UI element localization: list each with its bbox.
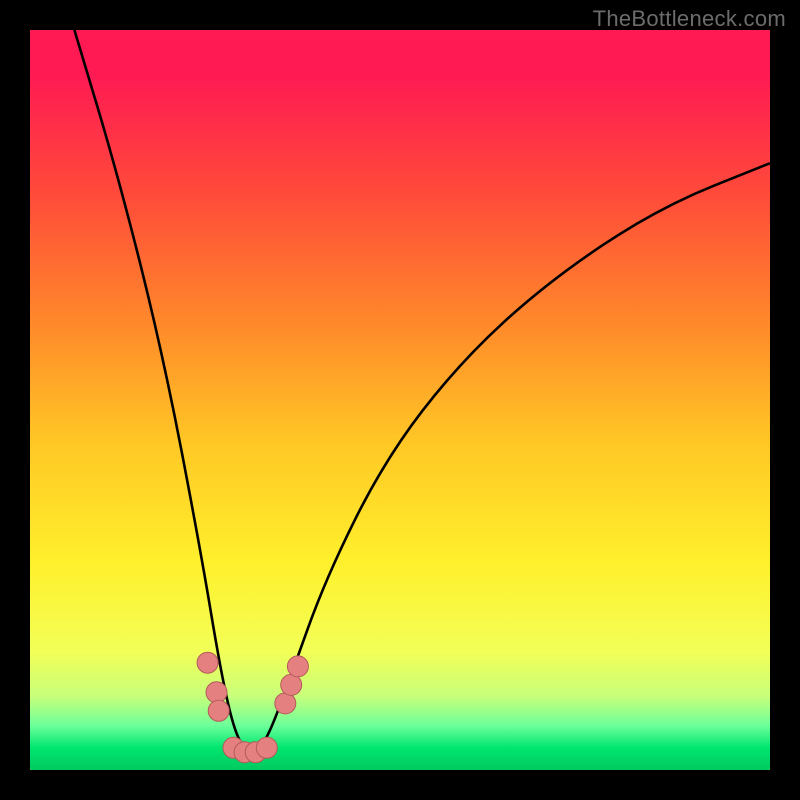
plot-area bbox=[30, 30, 770, 770]
data-point bbox=[281, 674, 302, 695]
data-point bbox=[206, 682, 227, 703]
data-point bbox=[287, 656, 308, 677]
data-point bbox=[256, 737, 277, 758]
marker-layer bbox=[30, 30, 770, 770]
watermark-text: TheBottleneck.com bbox=[593, 6, 786, 32]
chart-stage: TheBottleneck.com bbox=[0, 0, 800, 800]
data-point bbox=[275, 693, 296, 714]
data-point bbox=[197, 652, 218, 673]
data-point bbox=[208, 700, 229, 721]
